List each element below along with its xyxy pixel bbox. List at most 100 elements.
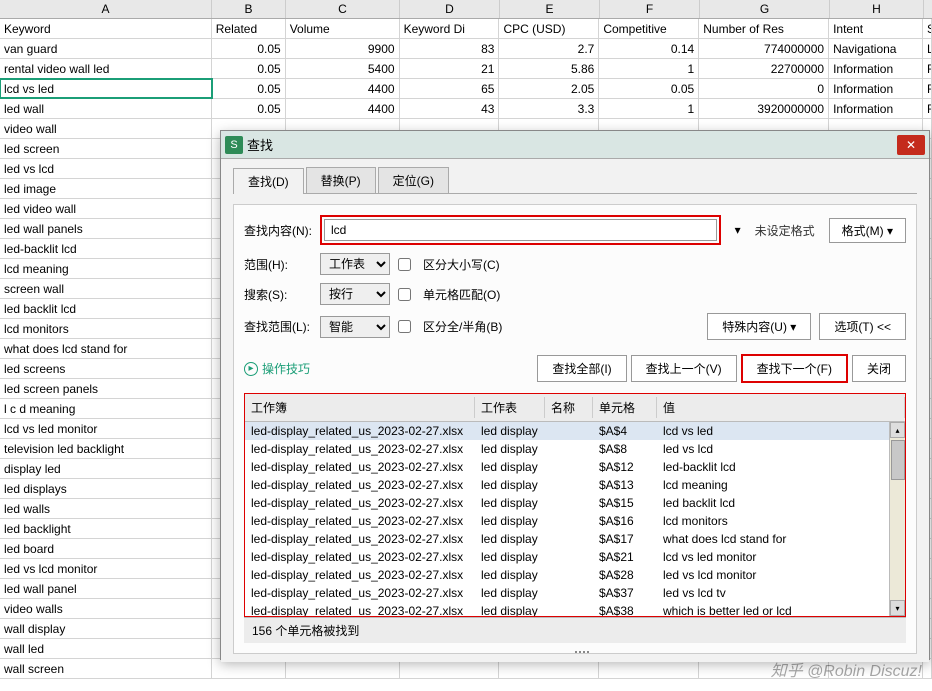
cell[interactable]: television led backlight bbox=[0, 439, 212, 458]
result-row[interactable]: led-display_related_us_2023-02-27.xlsxle… bbox=[245, 602, 905, 616]
cell[interactable]: led wall panels bbox=[0, 219, 212, 238]
cell[interactable]: rental video wall led bbox=[0, 59, 212, 78]
find-all-button[interactable]: 查找全部(I) bbox=[537, 355, 626, 382]
cell[interactable]: lcd monitors bbox=[0, 319, 212, 338]
cell[interactable]: 21 bbox=[400, 59, 500, 78]
col-header-e[interactable]: E bbox=[500, 0, 600, 18]
cell[interactable]: 0.05 bbox=[212, 59, 286, 78]
cell[interactable]: van guard bbox=[0, 39, 212, 58]
header-cell[interactable]: SE bbox=[923, 19, 932, 38]
cell[interactable]: l c d meaning bbox=[0, 399, 212, 418]
result-row[interactable]: led-display_related_us_2023-02-27.xlsxle… bbox=[245, 458, 905, 476]
cell[interactable]: led backlit lcd bbox=[0, 299, 212, 318]
match-whole-checkbox[interactable] bbox=[398, 288, 411, 301]
cell[interactable]: led video wall bbox=[0, 199, 212, 218]
cell[interactable]: led-backlit lcd bbox=[0, 239, 212, 258]
close-icon[interactable]: ✕ bbox=[897, 135, 925, 155]
col-header-a[interactable]: A bbox=[0, 0, 212, 18]
scroll-up-icon[interactable]: ▴ bbox=[890, 422, 905, 438]
cell[interactable]: 4400 bbox=[286, 99, 400, 118]
cell[interactable]: Fe bbox=[923, 79, 932, 98]
header-cell[interactable]: Volume bbox=[286, 19, 400, 38]
cell[interactable]: led backlight bbox=[0, 519, 212, 538]
result-row[interactable]: led-display_related_us_2023-02-27.xlsxle… bbox=[245, 476, 905, 494]
format-button[interactable]: 格式(M) ▾ bbox=[829, 218, 906, 243]
cell[interactable]: wall display bbox=[0, 619, 212, 638]
cell[interactable]: Information bbox=[829, 99, 923, 118]
options-button[interactable]: 选项(T) << bbox=[819, 313, 906, 340]
cell[interactable]: 83 bbox=[400, 39, 500, 58]
col-cell[interactable]: 单元格 bbox=[593, 397, 657, 418]
col-header-f[interactable]: F bbox=[600, 0, 700, 18]
cell[interactable]: what does lcd stand for bbox=[0, 339, 212, 358]
header-cell[interactable]: Intent bbox=[829, 19, 923, 38]
scroll-down-icon[interactable]: ▾ bbox=[890, 600, 905, 616]
cell[interactable]: led vs lcd monitor bbox=[0, 559, 212, 578]
table-row[interactable]: van guard0.059900832.70.14774000000Navig… bbox=[0, 39, 932, 59]
header-cell[interactable]: Keyword bbox=[0, 19, 212, 38]
cell[interactable]: Information bbox=[829, 79, 923, 98]
dialog-titlebar[interactable]: S 查找 ✕ bbox=[221, 131, 929, 159]
col-value[interactable]: 值 bbox=[657, 397, 905, 418]
result-row[interactable]: led-display_related_us_2023-02-27.xlsxle… bbox=[245, 548, 905, 566]
result-row[interactable]: led-display_related_us_2023-02-27.xlsxle… bbox=[245, 422, 905, 440]
cell[interactable]: video walls bbox=[0, 599, 212, 618]
special-button[interactable]: 特殊内容(U) ▾ bbox=[707, 313, 811, 340]
cell[interactable]: led walls bbox=[0, 499, 212, 518]
match-width-checkbox[interactable] bbox=[398, 320, 411, 333]
col-header-d[interactable]: D bbox=[400, 0, 500, 18]
find-next-button[interactable]: 查找下一个(F) bbox=[741, 354, 848, 383]
scope-select[interactable]: 工作表 bbox=[320, 253, 390, 275]
cell[interactable]: 1 bbox=[599, 99, 699, 118]
cell[interactable]: led screen bbox=[0, 139, 212, 158]
cell[interactable]: 0 bbox=[699, 79, 829, 98]
tab-find[interactable]: 查找(D) bbox=[233, 168, 304, 194]
cell[interactable]: 0.14 bbox=[599, 39, 699, 58]
col-header-h[interactable]: H bbox=[830, 0, 924, 18]
cell[interactable]: screen wall bbox=[0, 279, 212, 298]
col-workbook[interactable]: 工作簿 bbox=[245, 397, 475, 418]
cell[interactable]: lcd meaning bbox=[0, 259, 212, 278]
cell[interactable]: Re bbox=[923, 59, 932, 78]
cell[interactable]: led image bbox=[0, 179, 212, 198]
resize-grip[interactable] bbox=[575, 651, 605, 655]
find-prev-button[interactable]: 查找上一个(V) bbox=[631, 355, 737, 382]
cell[interactable]: 0.05 bbox=[212, 79, 286, 98]
table-row[interactable]: rental video wall led0.055400215.8612270… bbox=[0, 59, 932, 79]
result-row[interactable]: led-display_related_us_2023-02-27.xlsxle… bbox=[245, 584, 905, 602]
cell[interactable]: Navigationa bbox=[829, 39, 923, 58]
result-row[interactable]: led-display_related_us_2023-02-27.xlsxle… bbox=[245, 512, 905, 530]
tab-goto[interactable]: 定位(G) bbox=[378, 167, 449, 193]
scroll-thumb[interactable] bbox=[891, 440, 905, 480]
close-button[interactable]: 关闭 bbox=[852, 355, 906, 382]
cell[interactable]: wall led bbox=[0, 639, 212, 658]
col-header-b[interactable]: B bbox=[212, 0, 286, 18]
cell[interactable]: 9900 bbox=[286, 39, 400, 58]
cell[interactable]: video wall bbox=[0, 119, 212, 138]
cell[interactable]: 3.3 bbox=[499, 99, 599, 118]
cell[interactable]: 2.7 bbox=[499, 39, 599, 58]
cell[interactable]: lcd vs led monitor bbox=[0, 419, 212, 438]
cell[interactable]: wall screen bbox=[0, 659, 212, 678]
header-cell[interactable]: CPC (USD) bbox=[499, 19, 599, 38]
cell[interactable]: 3920000000 bbox=[699, 99, 829, 118]
col-header-g[interactable]: G bbox=[700, 0, 830, 18]
cell[interactable]: 5400 bbox=[286, 59, 400, 78]
header-cell[interactable]: Number of Res bbox=[699, 19, 829, 38]
table-row[interactable]: lcd vs led0.054400652.050.050Information… bbox=[0, 79, 932, 99]
cell[interactable]: 0.05 bbox=[599, 79, 699, 98]
col-name[interactable]: 名称 bbox=[545, 397, 593, 418]
cell[interactable]: 22700000 bbox=[699, 59, 829, 78]
search-select[interactable]: 按行 bbox=[320, 283, 390, 305]
cell[interactable]: 1 bbox=[599, 59, 699, 78]
lookin-select[interactable]: 智能 bbox=[320, 316, 390, 338]
cell[interactable]: led displays bbox=[0, 479, 212, 498]
cell[interactable]: Information bbox=[829, 59, 923, 78]
tab-replace[interactable]: 替换(P) bbox=[306, 167, 376, 193]
cell[interactable]: led screens bbox=[0, 359, 212, 378]
cell[interactable]: 5.86 bbox=[499, 59, 599, 78]
cell[interactable]: led board bbox=[0, 539, 212, 558]
cell[interactable]: led screen panels bbox=[0, 379, 212, 398]
result-row[interactable]: led-display_related_us_2023-02-27.xlsxle… bbox=[245, 494, 905, 512]
table-row[interactable]: led wall0.054400433.313920000000Informat… bbox=[0, 99, 932, 119]
